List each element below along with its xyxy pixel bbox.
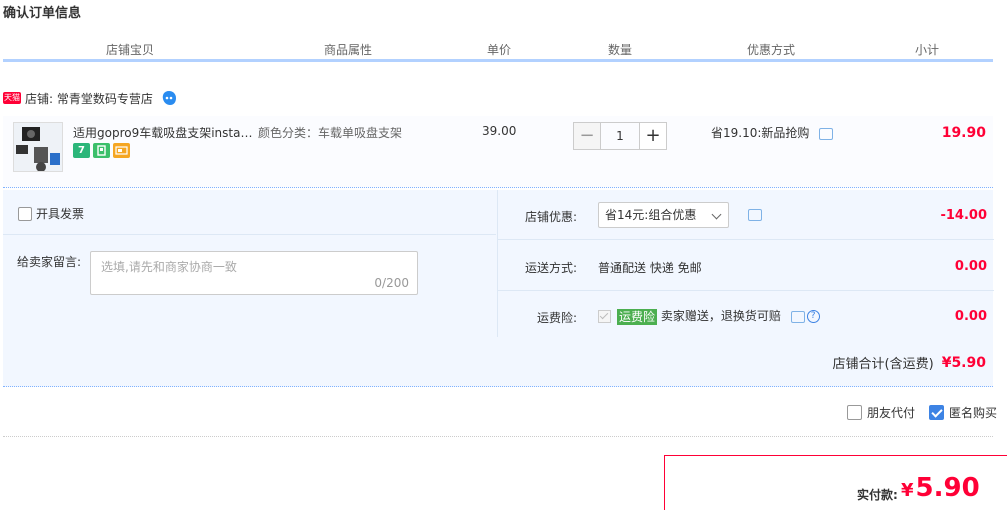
invoice-checkbox[interactable] [18,206,32,221]
actual-payment-box: 实付款: ¥5.90 [664,455,1007,510]
invoice-toggle[interactable]: 开具发票 [18,205,84,222]
qty-minus-button[interactable]: − [573,122,601,150]
product-name[interactable]: 适用gopro9车载吸盘支架insta360 ONE X2 [73,124,258,141]
shop-discount-amount: -14.00 [940,208,987,223]
message-icon[interactable] [790,310,805,323]
qty-plus-button[interactable]: + [639,122,667,150]
shipping-amount: 0.00 [954,259,987,274]
column-price: 单价 [487,43,512,57]
actual-payment-amount: 5.90 [915,473,980,503]
memo-label: 给卖家留言: [17,255,82,269]
insurance-label: 运费险: [536,311,577,325]
page-title: 确认订单信息 [3,6,82,21]
shop-discount-row: 店铺优惠: 省14元:组合优惠 -14.00 [498,190,994,240]
divider [3,234,496,235]
column-promo: 优惠方式 [747,43,796,57]
chevron-down-icon [711,209,722,220]
qty-input[interactable]: 1 [601,122,639,150]
left-options: 开具发票 给卖家留言: 选填,请先和商家协商一致 0/200 [3,190,496,337]
order-item-row: 适用gopro9车载吸盘支架insta360 ONE X2 7 颜色分类：车载单… [3,116,993,188]
insurance-row: 运费险: 运费险 卖家赠送，退换货可赔 ? 0.00 [498,292,994,337]
anonymous-buy-checkbox[interactable] [928,405,944,420]
product-thumbnail[interactable] [13,122,63,172]
friend-pay-checkbox[interactable] [846,405,862,420]
shop-total-value: ¥5.90 [941,354,986,371]
friend-pay-label: 朋友代付 [866,406,915,420]
shop-total-label: 店铺合计(含运费) [832,357,934,372]
shipping-label: 运送方式: [524,261,577,275]
insurance-amount: 0.00 [954,309,987,324]
column-header: 店铺宝贝 商品属性 单价 数量 优惠方式 小计 [3,40,993,62]
memo-char-count: 0/200 [374,276,409,290]
right-options: 店铺优惠: 省14元:组合优惠 -14.00 运送方式: 普通配送 快递 免邮 … [497,190,994,337]
wangwang-chat-icon[interactable] [161,90,177,106]
promotion-text: 省19.10:新品抢购 [711,126,810,140]
seven-day-return-icon: 7 [73,143,90,158]
quantity-stepper: − 1 + [573,122,667,150]
shipping-method: 普通配送 快递 免邮 [598,261,702,275]
insurance-text: 卖家赠送，退换货可赔 [660,309,781,323]
item-subtotal: 19.90 [941,125,986,141]
insurance-checkbox [598,310,611,323]
currency-symbol: ¥ [901,480,914,501]
shop-discount-label: 店铺优惠: [524,210,577,224]
memo-placeholder: 选填,请先和商家协商一致 [101,260,237,274]
payment-options: 朋友代付 匿名购买 [846,404,997,421]
divider [3,436,993,437]
tmall-icon: 天猫 [3,92,21,104]
shop-discount-selected: 省14元:组合优惠 [605,208,697,222]
message-icon[interactable] [819,127,834,140]
order-options: 开具发票 给卖家留言: 选填,请先和商家协商一致 0/200 店铺优惠: 省14… [3,190,994,387]
shop-header: 天猫 店铺: 常青堂数码专营店 [3,88,177,108]
column-shop-item: 店铺宝贝 [106,43,155,57]
anonymous-buy-label: 匿名购买 [948,406,997,420]
guarantee-icon [93,143,110,158]
shop-name[interactable]: 店铺: 常青堂数码专营店 [25,90,153,107]
actual-payment-label: 实付款: [857,488,898,502]
invoice-label: 开具发票 [36,207,85,221]
shop-discount-select[interactable]: 省14元:组合优惠 [598,202,729,228]
service-badges: 7 [73,143,130,158]
shop-total: 店铺合计(含运费) ¥5.90 [832,353,986,373]
message-icon[interactable] [748,209,762,221]
friend-pay-option[interactable]: 朋友代付 [846,404,915,421]
column-subtotal: 小计 [915,43,940,57]
item-promotion: 省19.10:新品抢购 [711,124,834,141]
actual-payment-value: ¥5.90 [901,473,980,503]
card-payment-icon [113,143,130,158]
shipping-row: 运送方式: 普通配送 快递 免邮 0.00 [498,241,994,291]
product-attribute: 颜色分类：车载单吸盘支架 [258,126,403,140]
insurance-info: 运费险 卖家赠送，退换货可赔 ? [598,307,820,325]
insurance-badge: 运费险 [617,308,658,325]
help-icon[interactable]: ? [806,310,820,323]
column-qty: 数量 [608,43,633,57]
column-attr: 商品属性 [324,43,373,57]
unit-price: 39.00 [482,124,517,138]
anonymous-buy-option[interactable]: 匿名购买 [928,404,997,421]
seller-memo-input[interactable]: 选填,请先和商家协商一致 0/200 [90,251,418,295]
